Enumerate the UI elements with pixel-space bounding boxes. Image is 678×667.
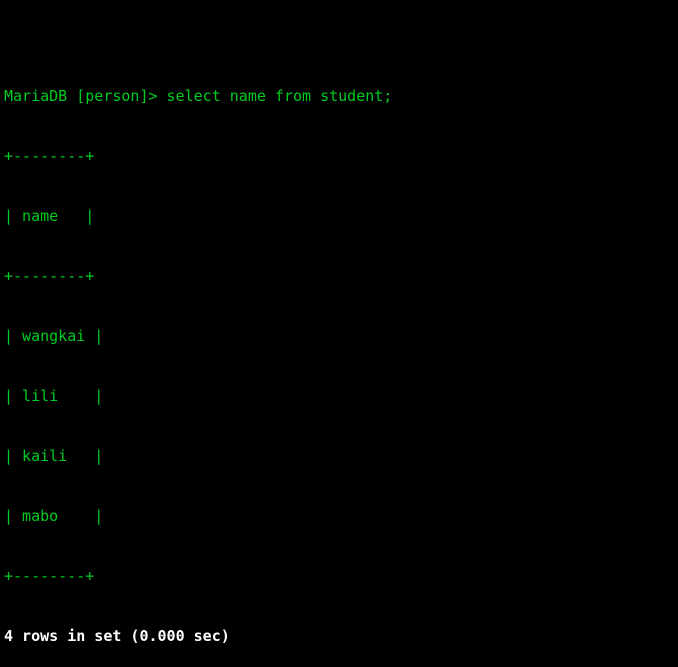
- table-row: | kaili |: [4, 447, 104, 465]
- result-status: 4 rows in set (0.000 sec): [4, 627, 230, 645]
- table-row: | wangkai |: [4, 327, 104, 345]
- table-header-row: | name |: [4, 207, 95, 225]
- table-separator-bottom: +--------+: [4, 567, 95, 585]
- prompt-line: MariaDB [person]> select name from stude…: [4, 87, 393, 105]
- table-row: | mabo |: [4, 507, 104, 525]
- table-separator-top: +--------+: [4, 147, 95, 165]
- table-row: | lili |: [4, 387, 104, 405]
- terminal-window[interactable]: MariaDB [person]> select name from stude…: [0, 0, 678, 667]
- table-separator-mid: +--------+: [4, 267, 95, 285]
